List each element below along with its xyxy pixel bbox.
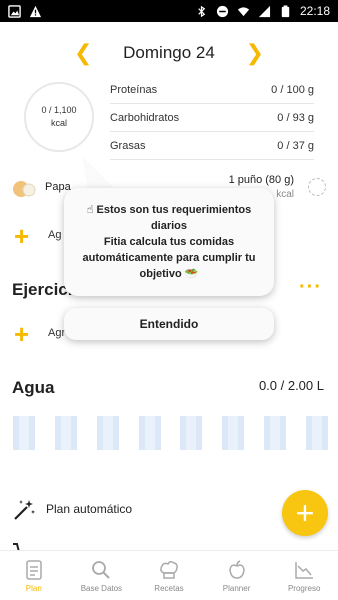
nav-label: Plan xyxy=(25,584,42,593)
tooltip-line-1: ☝ Estos son tus requerimientos diarios xyxy=(86,204,252,232)
plan-icon xyxy=(26,560,42,580)
tooltip-bubble: ☝ Estos son tus requerimientos diarios F… xyxy=(64,188,274,296)
nav-item-database[interactable]: Base Datos xyxy=(68,551,136,600)
chef-hat-icon xyxy=(160,560,178,579)
tooltip-line-2: Fitia calcula tus comidas automáticament… xyxy=(82,236,256,280)
nav-item-planner[interactable]: Planner xyxy=(203,551,271,600)
bottom-navigation: Plan Base Datos Recetas Planner Progreso xyxy=(0,550,338,600)
nav-item-progress[interactable]: Progreso xyxy=(270,551,338,600)
chart-icon xyxy=(295,562,314,579)
nav-label: Planner xyxy=(222,584,251,593)
nav-label: Recetas xyxy=(154,584,184,593)
search-icon xyxy=(92,561,111,579)
apple-icon xyxy=(228,560,245,579)
nav-item-plan[interactable]: Plan xyxy=(0,551,68,600)
onboarding-overlay: ☝ Estos son tus requerimientos diarios F… xyxy=(0,0,338,550)
understood-button[interactable]: Entendido xyxy=(64,308,274,340)
nav-item-recipes[interactable]: Recetas xyxy=(135,551,203,600)
nav-label: Progreso xyxy=(287,584,321,593)
nav-label: Base Datos xyxy=(80,584,123,593)
